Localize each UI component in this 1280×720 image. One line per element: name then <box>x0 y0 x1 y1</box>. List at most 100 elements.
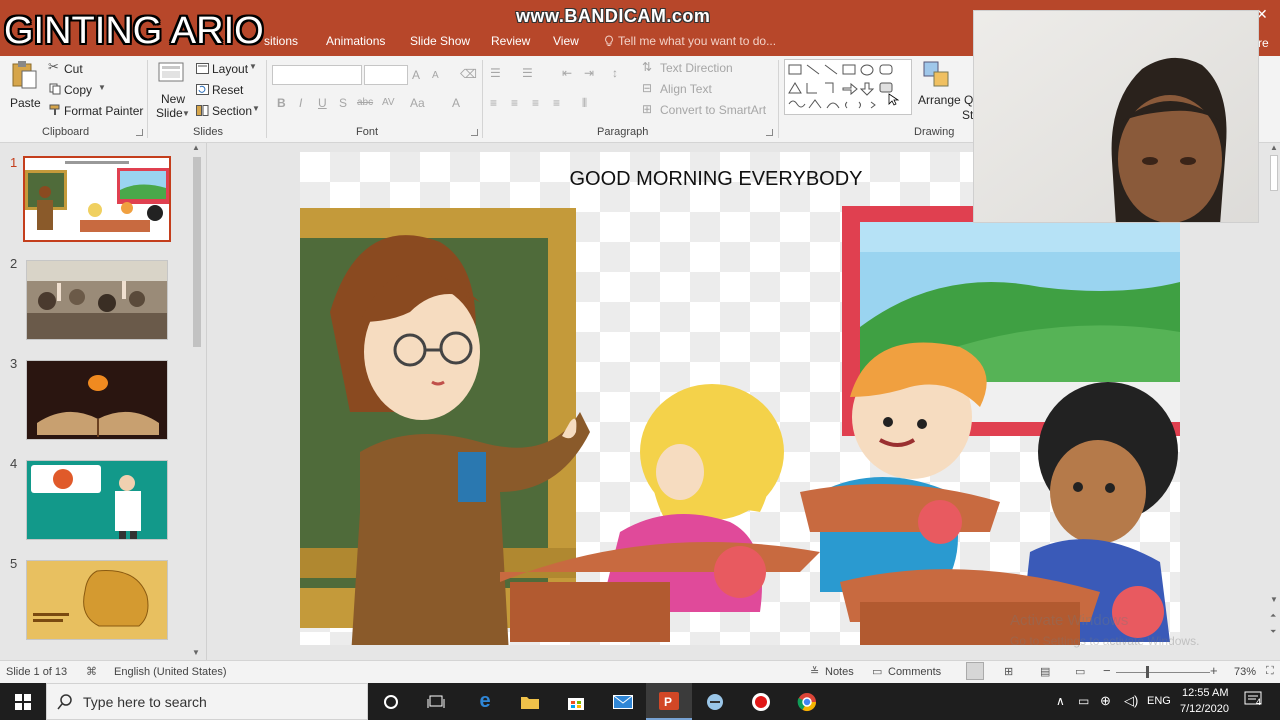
scroll-up-icon[interactable]: ▲ <box>192 143 200 152</box>
strikethrough-button[interactable]: abc <box>357 97 373 108</box>
input-language[interactable]: ENG <box>1147 695 1171 707</box>
font-color-button[interactable]: A <box>452 96 460 110</box>
change-case-button[interactable]: Aa <box>410 96 425 110</box>
font-name-combo[interactable] <box>272 65 362 85</box>
zoom-slider[interactable] <box>1116 672 1210 673</box>
paste-button[interactable]: Paste <box>6 60 42 120</box>
shadow-button[interactable]: S <box>339 96 347 110</box>
snipping-tool-button[interactable] <box>692 683 738 720</box>
notes-button[interactable]: Notes <box>825 666 854 678</box>
zoom-level[interactable]: 73% <box>1234 666 1256 678</box>
slide-thumbnail-1[interactable] <box>23 156 171 242</box>
slide-thumbnail-2[interactable] <box>26 260 168 340</box>
scroll-down-icon[interactable]: ▼ <box>1270 595 1278 604</box>
slide-sorter-icon[interactable]: ⊞ <box>1004 665 1013 678</box>
slide-thumbnail-4[interactable] <box>26 460 168 540</box>
decrease-indent-icon[interactable]: ⇤ <box>562 66 572 80</box>
volume-icon[interactable]: ◁) <box>1124 693 1138 709</box>
action-center-button[interactable]: 4 <box>1244 691 1268 711</box>
task-view-button[interactable] <box>413 683 459 720</box>
zoom-in-icon[interactable]: + <box>1210 663 1218 678</box>
columns-icon[interactable]: ⫴ <box>582 96 587 111</box>
network-icon[interactable]: ⊕ <box>1100 693 1111 709</box>
grow-font-icon[interactable]: A <box>412 68 420 82</box>
scrollbar-thumb[interactable] <box>1270 155 1278 191</box>
taskbar-search-box[interactable]: Type here to search <box>46 683 368 720</box>
file-explorer-button[interactable] <box>507 683 553 720</box>
battery-icon[interactable]: ▭ <box>1078 694 1089 708</box>
align-right-icon[interactable]: ≡ <box>532 96 539 110</box>
quick-styles-label[interactable]: Q <box>964 93 973 107</box>
new-slide-button[interactable]: New Slide ▼ <box>154 60 190 122</box>
clock-date[interactable]: 7/12/2020 <box>1180 703 1229 715</box>
comments-button[interactable]: Comments <box>888 666 941 678</box>
shapes-gallery[interactable] <box>784 59 912 115</box>
share-button[interactable]: re <box>1258 36 1269 50</box>
reset-button[interactable]: Reset <box>194 81 254 99</box>
previous-slide-icon[interactable]: ⏶ <box>1270 611 1276 621</box>
convert-smartart-button[interactable]: ⊞ Convert to SmartArt <box>642 102 772 118</box>
italic-button[interactable]: I <box>299 96 302 110</box>
underline-button[interactable]: U <box>318 96 327 110</box>
chrome-button[interactable] <box>784 683 830 720</box>
next-slide-icon[interactable]: ⏷ <box>1270 627 1276 637</box>
clock-time[interactable]: 12:55 AM <box>1182 687 1228 699</box>
current-slide[interactable]: GOOD MORNING EVERYBODY <box>300 152 1180 645</box>
copy-button[interactable]: Copy ▼ <box>46 81 116 99</box>
section-button[interactable]: Section ▼ <box>194 102 264 120</box>
tab-review[interactable]: Review <box>491 34 530 48</box>
mail-button[interactable] <box>600 683 646 720</box>
increase-indent-icon[interactable]: ⇥ <box>584 66 594 80</box>
character-spacing-button[interactable]: AV <box>382 97 395 108</box>
scrollbar-thumb[interactable] <box>193 157 201 347</box>
divider <box>778 60 779 138</box>
line-spacing-icon[interactable]: ↕ <box>612 66 618 80</box>
arrange-label[interactable]: Arrange <box>918 93 961 107</box>
divider <box>482 60 483 138</box>
powerpoint-taskbar-button[interactable]: P <box>646 683 692 720</box>
slide-show-icon[interactable]: ▭ <box>1075 665 1085 678</box>
start-button[interactable] <box>0 683 46 720</box>
tab-animations[interactable]: Animations <box>326 34 385 48</box>
zoom-slider-thumb[interactable] <box>1146 666 1149 678</box>
format-painter-button[interactable]: Format Painter <box>46 102 146 120</box>
tab-view[interactable]: View <box>553 34 579 48</box>
tab-transitions[interactable]: sitions <box>264 34 298 48</box>
slide-thumbnail-5[interactable] <box>26 560 168 640</box>
justify-icon[interactable]: ≡ <box>553 96 560 110</box>
store-button[interactable] <box>553 683 599 720</box>
shrink-font-icon[interactable]: A <box>432 70 439 81</box>
clear-formatting-icon[interactable]: ⌫ <box>460 67 477 81</box>
language-indicator[interactable]: English (United States) <box>114 666 227 678</box>
arrange-icon[interactable] <box>922 60 952 90</box>
numbering-icon[interactable]: ☰ <box>522 66 533 80</box>
text-direction-button[interactable]: ⇅ Text Direction <box>642 60 742 76</box>
zoom-out-icon[interactable]: − <box>1103 663 1111 678</box>
fit-to-window-icon[interactable]: ⛶ <box>1266 665 1274 678</box>
bold-button[interactable]: B <box>277 96 286 110</box>
spellcheck-icon[interactable]: ⌘ <box>86 665 97 678</box>
bandicam-button[interactable] <box>738 683 784 720</box>
slide-vertical-scrollbar[interactable]: ▲ ▼ ⏶ ⏷ <box>1268 143 1280 660</box>
slide-thumbnail-3[interactable] <box>26 360 168 440</box>
font-size-combo[interactable] <box>364 65 408 85</box>
tell-me-search[interactable]: Tell me what you want to do... <box>604 34 776 48</box>
layout-button[interactable]: Layout ▼ <box>194 60 264 78</box>
font-launcher-icon[interactable] <box>471 129 478 136</box>
edge-button[interactable]: e <box>462 683 508 720</box>
paragraph-launcher-icon[interactable] <box>766 129 773 136</box>
bullets-icon[interactable]: ☰ <box>490 66 501 80</box>
align-left-icon[interactable]: ≡ <box>490 96 497 110</box>
scroll-down-icon[interactable]: ▼ <box>192 648 200 657</box>
normal-view-icon[interactable] <box>966 662 984 680</box>
tab-slide-show[interactable]: Slide Show <box>410 34 470 48</box>
reading-view-icon[interactable]: ▤ <box>1040 665 1050 678</box>
align-text-button[interactable]: ⊟ Align Text <box>642 81 732 97</box>
cortana-button[interactable] <box>368 683 414 720</box>
clipboard-launcher-icon[interactable] <box>136 129 143 136</box>
slides-pane-scrollbar[interactable]: ▲ ▼ <box>190 143 204 660</box>
show-hidden-icons-icon[interactable]: ∧ <box>1056 694 1065 708</box>
cut-button[interactable]: ✂ Cut <box>46 59 106 78</box>
scroll-up-icon[interactable]: ▲ <box>1270 143 1278 152</box>
align-center-icon[interactable]: ≡ <box>511 96 518 110</box>
